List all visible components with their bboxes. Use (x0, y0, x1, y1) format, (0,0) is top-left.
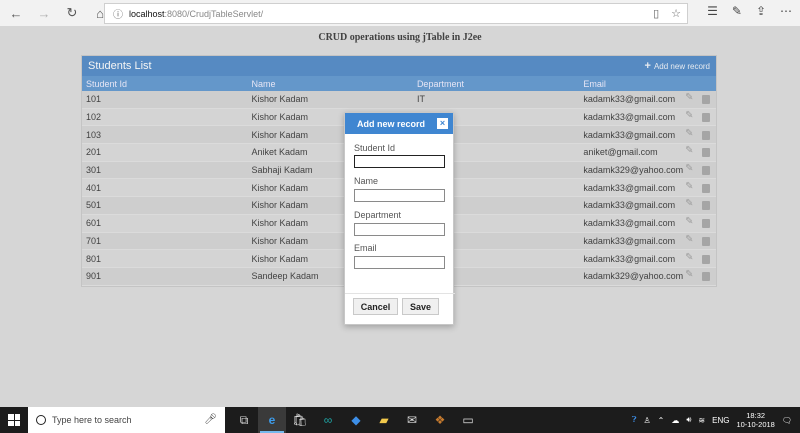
info-icon[interactable]: ⓘ (113, 6, 123, 21)
task-view-icon[interactable]: ⧉ (230, 407, 258, 433)
back-icon[interactable]: ← (4, 1, 28, 25)
favorite-star-icon[interactable]: ☆ (671, 7, 681, 20)
volume-icon[interactable]: 🔊︎ (686, 415, 691, 425)
search-placeholder: Type here to search (52, 415, 132, 425)
language-indicator[interactable]: ENG (712, 416, 729, 425)
name-input[interactable] (354, 189, 445, 202)
search-icon (36, 415, 46, 425)
url-host: localhost (129, 8, 165, 19)
edge-icon[interactable]: e (258, 407, 286, 433)
start-button[interactable] (0, 407, 28, 433)
people-icon[interactable]: ♙ (644, 416, 651, 425)
add-record-dialog: Add new record × Student Id Name Departm… (344, 112, 455, 325)
favorites-icon[interactable]: ☰ (707, 4, 718, 18)
forward-icon[interactable]: → (32, 1, 56, 25)
share-icon[interactable]: ⇪ (756, 4, 766, 18)
dialog-title: Add new record (357, 118, 426, 129)
windows-logo-icon (8, 414, 20, 426)
name-label: Name (354, 176, 379, 186)
save-button[interactable]: Save (402, 298, 439, 315)
address-bar[interactable]: ⓘ localhost:8080/CrudjTableServlet/ ▯ ☆ (104, 3, 688, 24)
clock-date: 10-10-2018 (736, 420, 775, 429)
email-input[interactable] (354, 256, 445, 269)
taskbar-search[interactable]: Type here to search 🎤︎ (28, 407, 225, 433)
more-icon[interactable]: ⋯ (780, 4, 792, 18)
cancel-button[interactable]: Cancel (353, 298, 398, 315)
help-icon[interactable]: ❓︎ (632, 415, 637, 425)
store-icon[interactable]: 🛍︎ (286, 407, 314, 433)
terminal-icon[interactable]: ▭ (454, 407, 482, 433)
student-id-input[interactable] (354, 155, 445, 168)
mail-icon[interactable]: ✉︎ (398, 407, 426, 433)
clock-time: 18:32 (746, 411, 766, 420)
close-icon[interactable]: × (437, 118, 448, 129)
clock[interactable]: 18:32 10-10-2018 (736, 411, 774, 429)
notes-icon[interactable]: ✎ (732, 4, 742, 18)
chevron-up-icon[interactable]: ⌃ (658, 416, 665, 425)
browser-toolbar: ← → ↻ ⌂ ⓘ localhost:8080/CrudjTableServl… (0, 0, 800, 27)
email-label: Email (354, 243, 377, 253)
notification-icon[interactable]: 🗨︎ (782, 416, 792, 425)
url-path: :8080/CrudjTableServlet/ (164, 8, 264, 19)
dropbox-icon[interactable]: ◆ (342, 407, 370, 433)
dialog-title-bar: Add new record × (345, 113, 453, 134)
department-label: Department (354, 210, 402, 220)
file-explorer-icon[interactable]: ▰ (370, 407, 398, 433)
department-input[interactable] (354, 223, 445, 236)
arduino-icon[interactable]: ∞ (314, 407, 342, 433)
taskbar-apps: ⧉ e 🛍︎ ∞ ◆ ▰ ✉︎ ❖ ▭ (230, 407, 482, 433)
microphone-icon[interactable]: 🎤︎ (204, 414, 217, 425)
wifi-icon[interactable]: ≋ (698, 416, 705, 425)
reading-view-icon[interactable]: ▯ (653, 7, 659, 20)
app-icon[interactable]: ❖ (426, 407, 454, 433)
windows-taskbar: Type here to search 🎤︎ ⧉ e 🛍︎ ∞ ◆ ▰ ✉︎ ❖… (0, 407, 800, 433)
network-icon[interactable]: ☁︎ (671, 416, 679, 425)
student-id-label: Student Id (354, 143, 396, 153)
system-tray: ❓︎ ♙ ⌃ ☁︎ 🔊︎ ≋ ENG 18:32 10-10-2018 🗨︎ (632, 407, 800, 433)
dialog-divider (345, 293, 455, 294)
refresh-icon[interactable]: ↻ (60, 1, 84, 25)
